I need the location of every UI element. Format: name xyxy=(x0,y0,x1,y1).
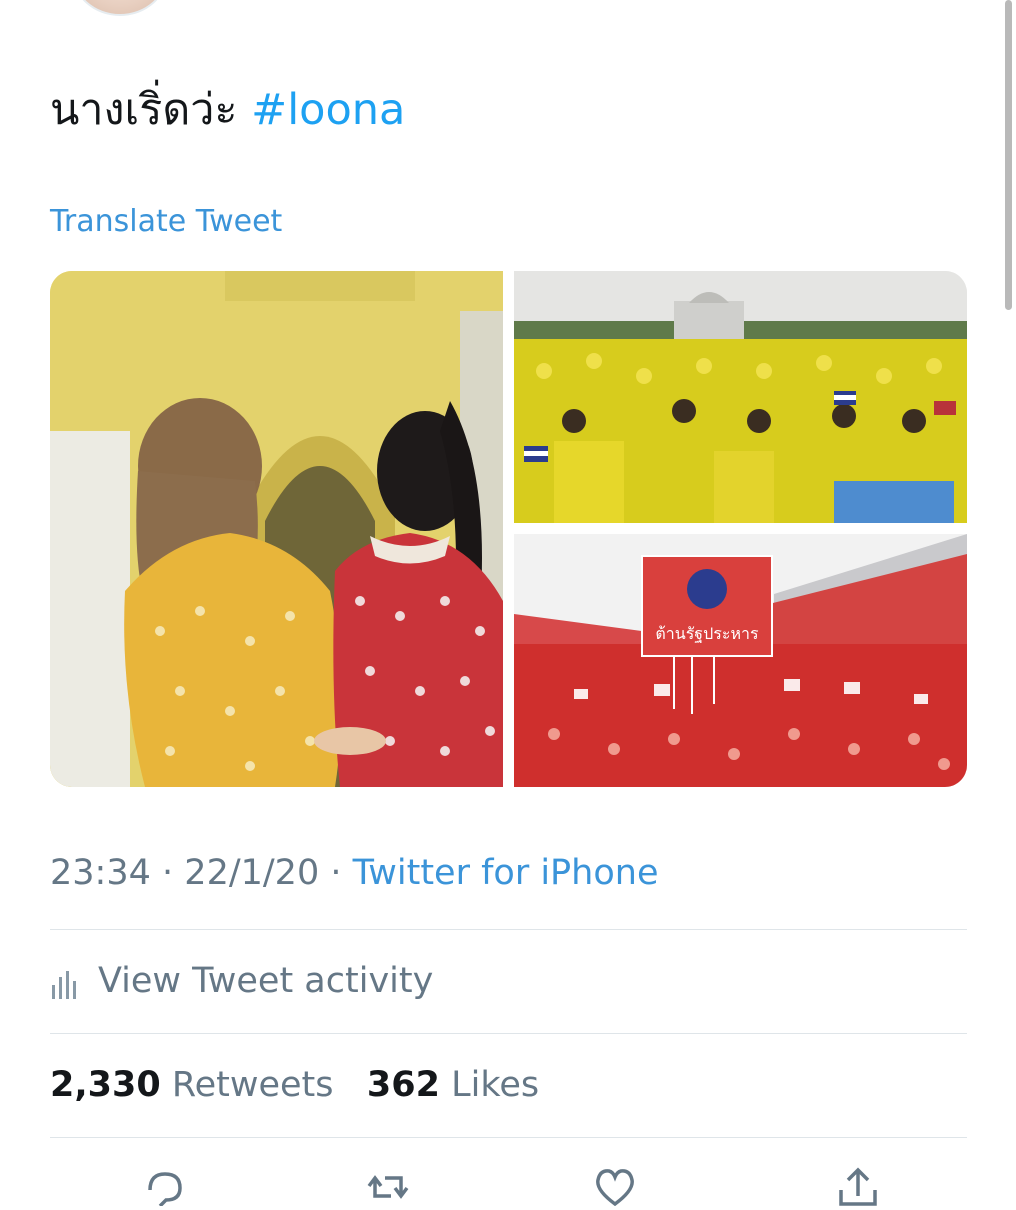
view-tweet-activity-label: View Tweet activity xyxy=(98,961,434,1001)
tweet-text: นางเริ่ดว่ะ #loona xyxy=(50,80,405,140)
tweet-meta: 23:34 · 22/1/20 · Twitter for iPhone xyxy=(50,850,658,896)
photo-red-stadium[interactable]: ต้านรัฐประหาร xyxy=(514,534,967,787)
divider xyxy=(50,929,967,930)
tweet-time: 23:34 xyxy=(50,853,151,893)
tweet-stats: 2,330 Retweets 362 Likes xyxy=(50,1062,539,1108)
avatar[interactable] xyxy=(72,0,168,16)
tweet-date: 22/1/20 xyxy=(184,853,320,893)
reply-button[interactable] xyxy=(140,1166,190,1208)
heart-icon xyxy=(596,1169,634,1207)
likes-label: Likes xyxy=(451,1065,540,1105)
tweet-body: นางเริ่ดว่ะ xyxy=(50,85,238,135)
divider xyxy=(50,1033,967,1034)
reply-icon xyxy=(148,1172,182,1208)
retweets-stat[interactable]: 2,330 Retweets xyxy=(50,1065,334,1105)
bar-chart-icon xyxy=(50,965,78,999)
likes-stat[interactable]: 362 Likes xyxy=(367,1065,539,1105)
hashtag-link[interactable]: #loona xyxy=(251,85,405,135)
photo-two-girls[interactable] xyxy=(50,271,503,787)
retweets-label: Retweets xyxy=(171,1065,334,1105)
media-grid: ต้านรัฐประหาร xyxy=(50,271,967,787)
tweet-actions xyxy=(50,1166,967,1208)
view-tweet-activity-button[interactable]: View Tweet activity xyxy=(50,958,433,1004)
photo-red-stadium-art: ต้านรัฐประหาร xyxy=(514,534,967,787)
photo-yellow-crowd-art xyxy=(514,271,967,523)
like-button[interactable] xyxy=(590,1166,640,1207)
retweets-count: 2,330 xyxy=(50,1065,161,1105)
retweet-button[interactable] xyxy=(363,1166,413,1206)
retweet-icon xyxy=(367,1175,409,1199)
photo-two-girls-art xyxy=(50,271,503,787)
banner-text: ต้านรัฐประหาร xyxy=(655,624,759,643)
scrollbar[interactable] xyxy=(1005,0,1012,310)
share-icon xyxy=(839,1167,877,1206)
likes-count: 362 xyxy=(366,1065,440,1105)
share-button[interactable] xyxy=(833,1166,883,1206)
translate-tweet-link[interactable]: Translate Tweet xyxy=(50,202,282,242)
divider xyxy=(50,1137,967,1138)
meta-separator: · xyxy=(162,853,174,893)
tweet-source-link[interactable]: Twitter for iPhone xyxy=(353,853,659,893)
photo-yellow-crowd[interactable] xyxy=(514,271,967,523)
meta-separator: · xyxy=(330,853,342,893)
